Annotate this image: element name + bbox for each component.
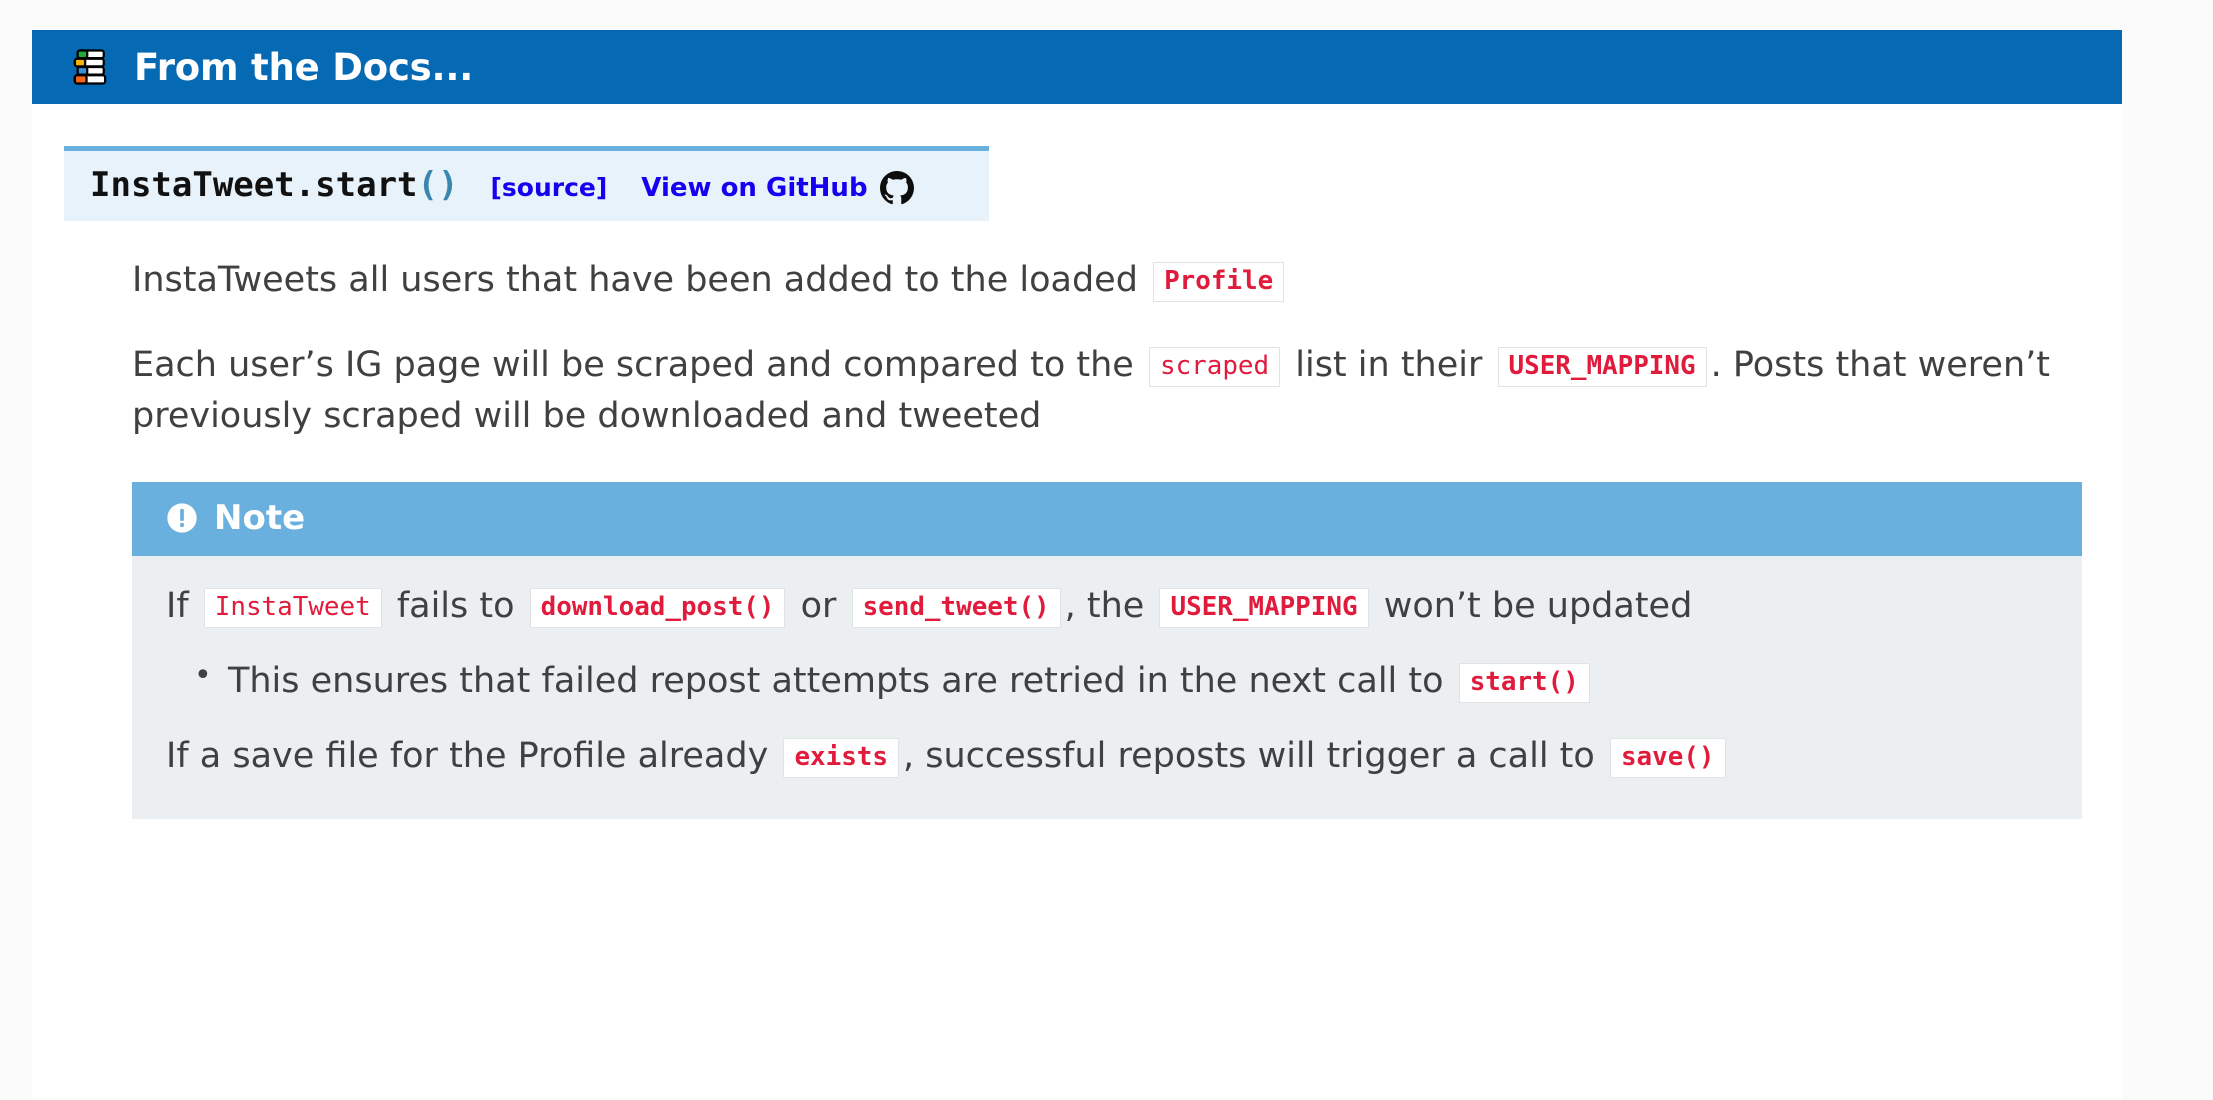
books-icon — [73, 49, 107, 85]
documentation-page: From the Docs... InstaTweet.start() [sou… — [0, 0, 2213, 1100]
section-header: From the Docs... — [32, 30, 2122, 104]
code-literal-send-tweet: send_tweet() — [851, 588, 1061, 629]
code-literal-exists: exists — [783, 738, 899, 779]
paragraph-1: InstaTweets all users that have been add… — [132, 255, 2082, 306]
note-line-1-text-2: fails to — [396, 586, 515, 627]
docstring-body: InstaTweets all users that have been add… — [32, 255, 2122, 820]
github-mark-icon — [879, 171, 914, 205]
note-admonition-title: Note — [132, 482, 2082, 557]
paragraph-2-text-1: Each user’s IG page will be scraped and … — [132, 345, 1134, 386]
code-literal-save: save() — [1609, 738, 1726, 779]
note-bullet-item: This ensures that failed repost attempts… — [194, 655, 2042, 706]
view-on-github-label: View on GitHub — [641, 173, 868, 203]
code-literal-start: start() — [1458, 663, 1590, 704]
code-literal-instatweet: InstaTweet — [203, 588, 382, 629]
code-literal-download-post: download_post() — [529, 588, 786, 629]
source-link[interactable]: [source] — [490, 173, 607, 202]
section-title: From the Docs... — [134, 45, 474, 89]
paragraph-1-text: InstaTweets all users that have been add… — [132, 260, 1138, 300]
signature-name: InstaTweet.start — [90, 165, 418, 205]
exclamation-circle-icon — [167, 503, 197, 533]
note-line-1: If InstaTweet fails to download_post() o… — [166, 582, 2042, 631]
code-literal-scraped: scraped — [1148, 347, 1281, 388]
note-line-2-text-2: , successful reposts will trigger a call… — [902, 736, 1595, 777]
paragraph-2-text-2: list in their — [1295, 345, 1483, 386]
note-line-1-text-5: won’t be updated — [1383, 586, 1693, 627]
paragraph-2-text-3: . — [1710, 345, 1722, 386]
note-line-1-text-4: , the — [1064, 586, 1145, 627]
code-literal-user-mapping-1: USER_MAPPING — [1497, 347, 1707, 388]
note-line-2-text-1: If a save file for the Profile already — [166, 736, 769, 777]
note-line-1-text-1: If — [166, 586, 189, 627]
function-signature: InstaTweet.start() [source] View on GitH… — [64, 146, 989, 221]
note-label: Note — [214, 498, 306, 539]
paragraph-2: Each user’s IG page will be scraped and … — [132, 340, 2082, 442]
note-line-2: If a save file for the Profile already e… — [166, 732, 2042, 781]
signature-parens: () — [417, 165, 459, 205]
code-literal-profile: Profile — [1153, 262, 1285, 302]
signature-wrapper: InstaTweet.start() [source] View on GitH… — [32, 104, 2122, 221]
code-literal-user-mapping-2: USER_MAPPING — [1159, 588, 1369, 629]
note-bullet-list: This ensures that failed repost attempts… — [166, 655, 2042, 706]
content-card: From the Docs... InstaTweet.start() [sou… — [32, 30, 2122, 1100]
note-bullet-text: This ensures that failed repost attempts… — [228, 661, 1444, 702]
note-line-1-text-3: or — [800, 586, 837, 627]
note-admonition: Note If InstaTweet fails to download_pos… — [132, 482, 2082, 820]
note-admonition-body: If InstaTweet fails to download_post() o… — [132, 556, 2082, 819]
view-on-github-link[interactable]: View on GitHub — [641, 171, 914, 205]
